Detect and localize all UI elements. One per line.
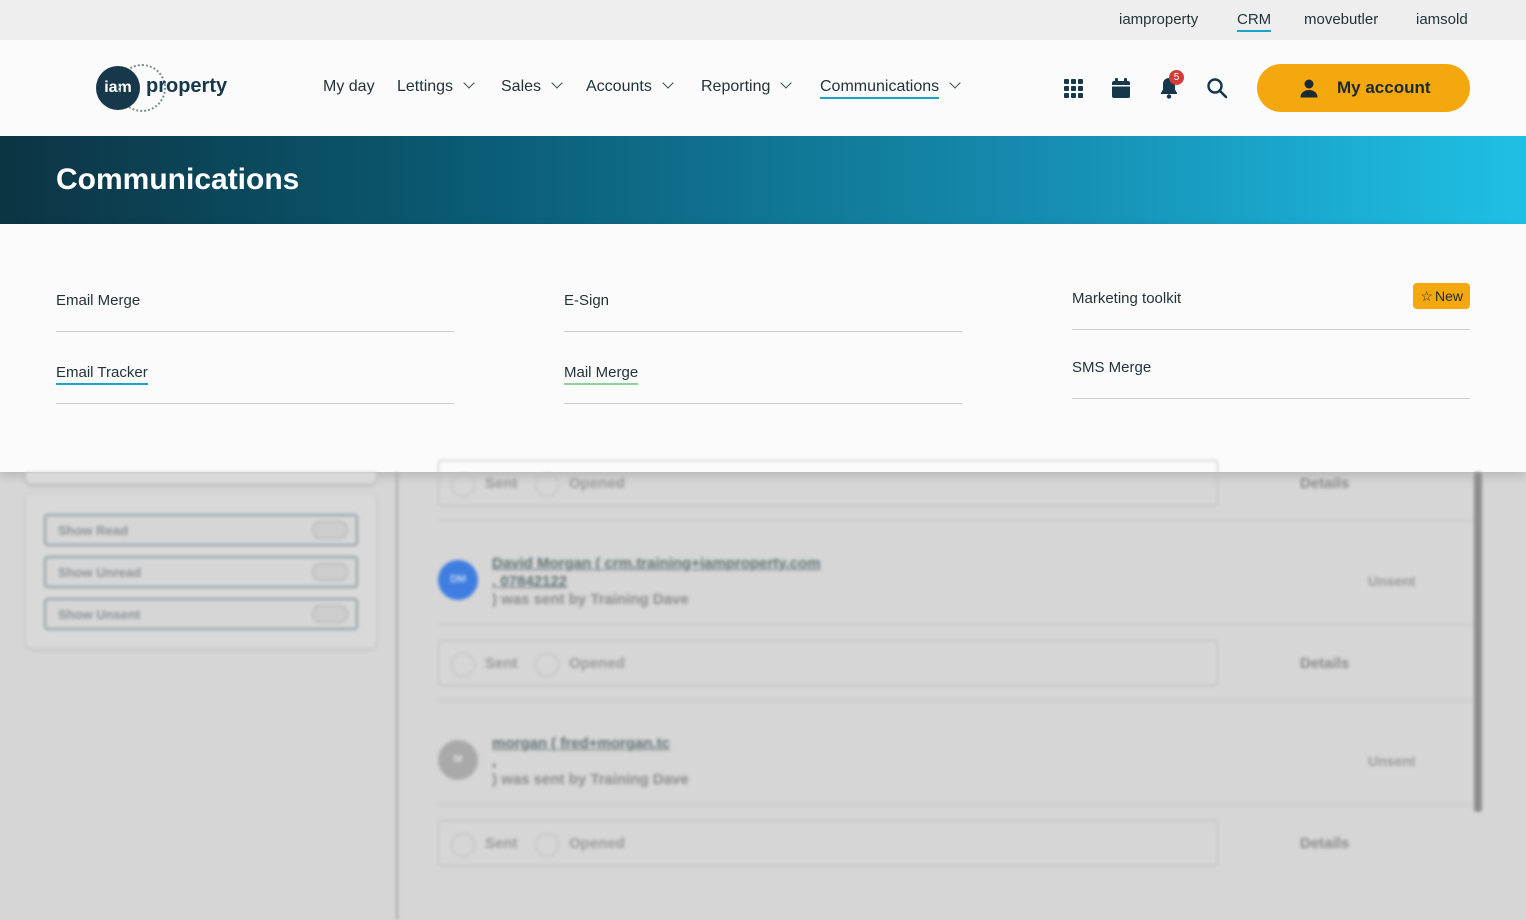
nav-sales[interactable]: Sales bbox=[501, 77, 563, 96]
divider bbox=[438, 520, 1478, 521]
entry-subtitle: ) was sent by Training Dave bbox=[492, 771, 689, 788]
opened-indicator bbox=[535, 653, 559, 677]
opened-indicator bbox=[535, 833, 559, 857]
chevron-down-icon bbox=[463, 77, 475, 89]
utility-bar: iamproperty CRM movebutler iamsold bbox=[0, 0, 1526, 40]
filter-show-unread-label: Show Unread bbox=[58, 565, 142, 580]
filter-show-unsent[interactable]: Show Unsent bbox=[44, 598, 358, 630]
user-icon bbox=[1300, 79, 1318, 98]
filter-card-edge bbox=[26, 472, 376, 484]
opened-indicator bbox=[535, 473, 559, 497]
menu-item-marketing-toolkit-label[interactable]: Marketing toolkit bbox=[1072, 290, 1181, 307]
section-title: Communications bbox=[56, 163, 300, 196]
entry-subtitle: ) was sent by Training Dave bbox=[492, 591, 689, 608]
sent-indicator bbox=[451, 653, 475, 677]
sent-indicator bbox=[451, 833, 475, 857]
sent-indicator bbox=[451, 473, 475, 497]
list-scrollbar[interactable] bbox=[1474, 472, 1482, 812]
menu-item-email-tracker[interactable]: Email Tracker bbox=[56, 364, 454, 404]
chevron-down-icon bbox=[780, 77, 793, 89]
utility-link-movebutler[interactable]: movebutler bbox=[1304, 11, 1378, 28]
entry-status: Unsent bbox=[1368, 573, 1416, 589]
nav-lettings[interactable]: Lettings bbox=[397, 77, 475, 96]
section-banner: Communications bbox=[0, 136, 1526, 224]
nav-my-day-label: My day bbox=[323, 78, 375, 95]
email-tracker-list: Sent Opened Details DM David Morgan ( cr… bbox=[396, 460, 1484, 920]
opened-label: Opened bbox=[569, 835, 625, 852]
utility-link-crm[interactable]: CRM bbox=[1237, 11, 1272, 32]
filter-show-read-label: Show Read bbox=[58, 523, 129, 538]
status-row: Sent Opened bbox=[438, 640, 1218, 686]
entry-title-continued[interactable]: , 07842122 bbox=[492, 573, 567, 590]
nav-communications-label: Communications bbox=[820, 78, 940, 99]
sent-label: Sent bbox=[485, 655, 518, 672]
toggle-switch[interactable] bbox=[312, 521, 348, 539]
divider bbox=[438, 804, 1478, 805]
menu-item-e-sign[interactable]: E-Sign bbox=[564, 292, 962, 332]
main-nav: iam property My day Lettings Sales Accou… bbox=[0, 40, 1526, 136]
notification-count-badge: 5 bbox=[1169, 70, 1184, 85]
utility-link-iamsold[interactable]: iamsold bbox=[1416, 11, 1468, 28]
toggle-switch[interactable] bbox=[312, 563, 348, 581]
entry-title-continued[interactable]: , bbox=[492, 753, 496, 770]
new-badge-label: New bbox=[1434, 288, 1463, 304]
utility-link-iamproperty[interactable]: iamproperty bbox=[1119, 11, 1198, 28]
status-row: Sent Opened bbox=[438, 460, 1218, 506]
nav-reporting[interactable]: Reporting bbox=[701, 77, 793, 96]
divider bbox=[438, 624, 1478, 625]
my-account-button[interactable]: My account bbox=[1257, 64, 1470, 112]
chevron-down-icon bbox=[949, 77, 961, 89]
menu-item-sms-merge[interactable]: SMS Merge bbox=[1072, 359, 1470, 399]
details-link[interactable]: Details bbox=[1300, 835, 1349, 852]
entry-status: Unsent bbox=[1368, 753, 1416, 769]
details-link[interactable]: Details bbox=[1300, 475, 1349, 492]
chevron-down-icon bbox=[551, 77, 563, 89]
background-page-content: Show Read Show Unread Show Unsent Sent O… bbox=[0, 460, 1526, 920]
calendar-icon[interactable] bbox=[1109, 76, 1133, 100]
toggle-switch[interactable] bbox=[312, 605, 348, 623]
nav-accounts-label: Accounts bbox=[586, 78, 652, 95]
apps-grid-icon[interactable] bbox=[1061, 76, 1085, 100]
search-icon[interactable] bbox=[1205, 76, 1229, 100]
nav-reporting-label: Reporting bbox=[701, 78, 771, 95]
communications-menu-panel: Email Merge Email Tracker E-Sign Mail Me… bbox=[0, 224, 1526, 472]
filter-show-read[interactable]: Show Read bbox=[44, 514, 358, 546]
logo-word: property bbox=[146, 75, 228, 97]
avatar: DM bbox=[438, 560, 478, 600]
logo[interactable]: iam property bbox=[96, 64, 236, 112]
opened-label: Opened bbox=[569, 475, 625, 492]
sent-label: Sent bbox=[485, 835, 518, 852]
menu-item-e-sign-label[interactable]: E-Sign bbox=[564, 292, 609, 309]
nav-lettings-label: Lettings bbox=[397, 78, 454, 95]
sparkle-star-icon: ☆ bbox=[1420, 288, 1433, 304]
my-account-label: My account bbox=[1337, 78, 1431, 97]
opened-label: Opened bbox=[569, 655, 625, 672]
chevron-down-icon bbox=[662, 77, 674, 89]
menu-item-mail-merge[interactable]: Mail Merge bbox=[564, 364, 962, 404]
divider bbox=[438, 700, 1478, 701]
menu-item-sms-merge-label[interactable]: SMS Merge bbox=[1072, 359, 1151, 376]
avatar: M bbox=[438, 740, 478, 780]
menu-item-email-tracker-label[interactable]: Email Tracker bbox=[56, 364, 148, 385]
menu-item-mail-merge-label[interactable]: Mail Merge bbox=[564, 364, 639, 385]
filter-card: Show Read Show Unread Show Unsent bbox=[26, 494, 376, 648]
details-link[interactable]: Details bbox=[1300, 655, 1349, 672]
filter-show-unsent-label: Show Unsent bbox=[58, 607, 141, 622]
nav-accounts[interactable]: Accounts bbox=[586, 77, 674, 96]
menu-item-email-merge-label[interactable]: Email Merge bbox=[56, 292, 140, 309]
sent-label: Sent bbox=[485, 475, 518, 492]
nav-sales-label: Sales bbox=[501, 78, 542, 95]
new-badge: ☆ New bbox=[1413, 283, 1470, 309]
nav-my-day[interactable]: My day bbox=[323, 78, 375, 96]
entry-title[interactable]: David Morgan ( crm.training+iamproperty.… bbox=[492, 555, 821, 572]
menu-item-email-merge[interactable]: Email Merge bbox=[56, 292, 454, 332]
status-row: Sent Opened bbox=[438, 820, 1218, 866]
menu-item-marketing-toolkit[interactable]: Marketing toolkit ☆ New bbox=[1072, 283, 1470, 330]
entry-title[interactable]: morgan ( fred+morgan.tc bbox=[492, 735, 670, 752]
filter-show-unread[interactable]: Show Unread bbox=[44, 556, 358, 588]
nav-communications[interactable]: Communications bbox=[820, 77, 961, 99]
